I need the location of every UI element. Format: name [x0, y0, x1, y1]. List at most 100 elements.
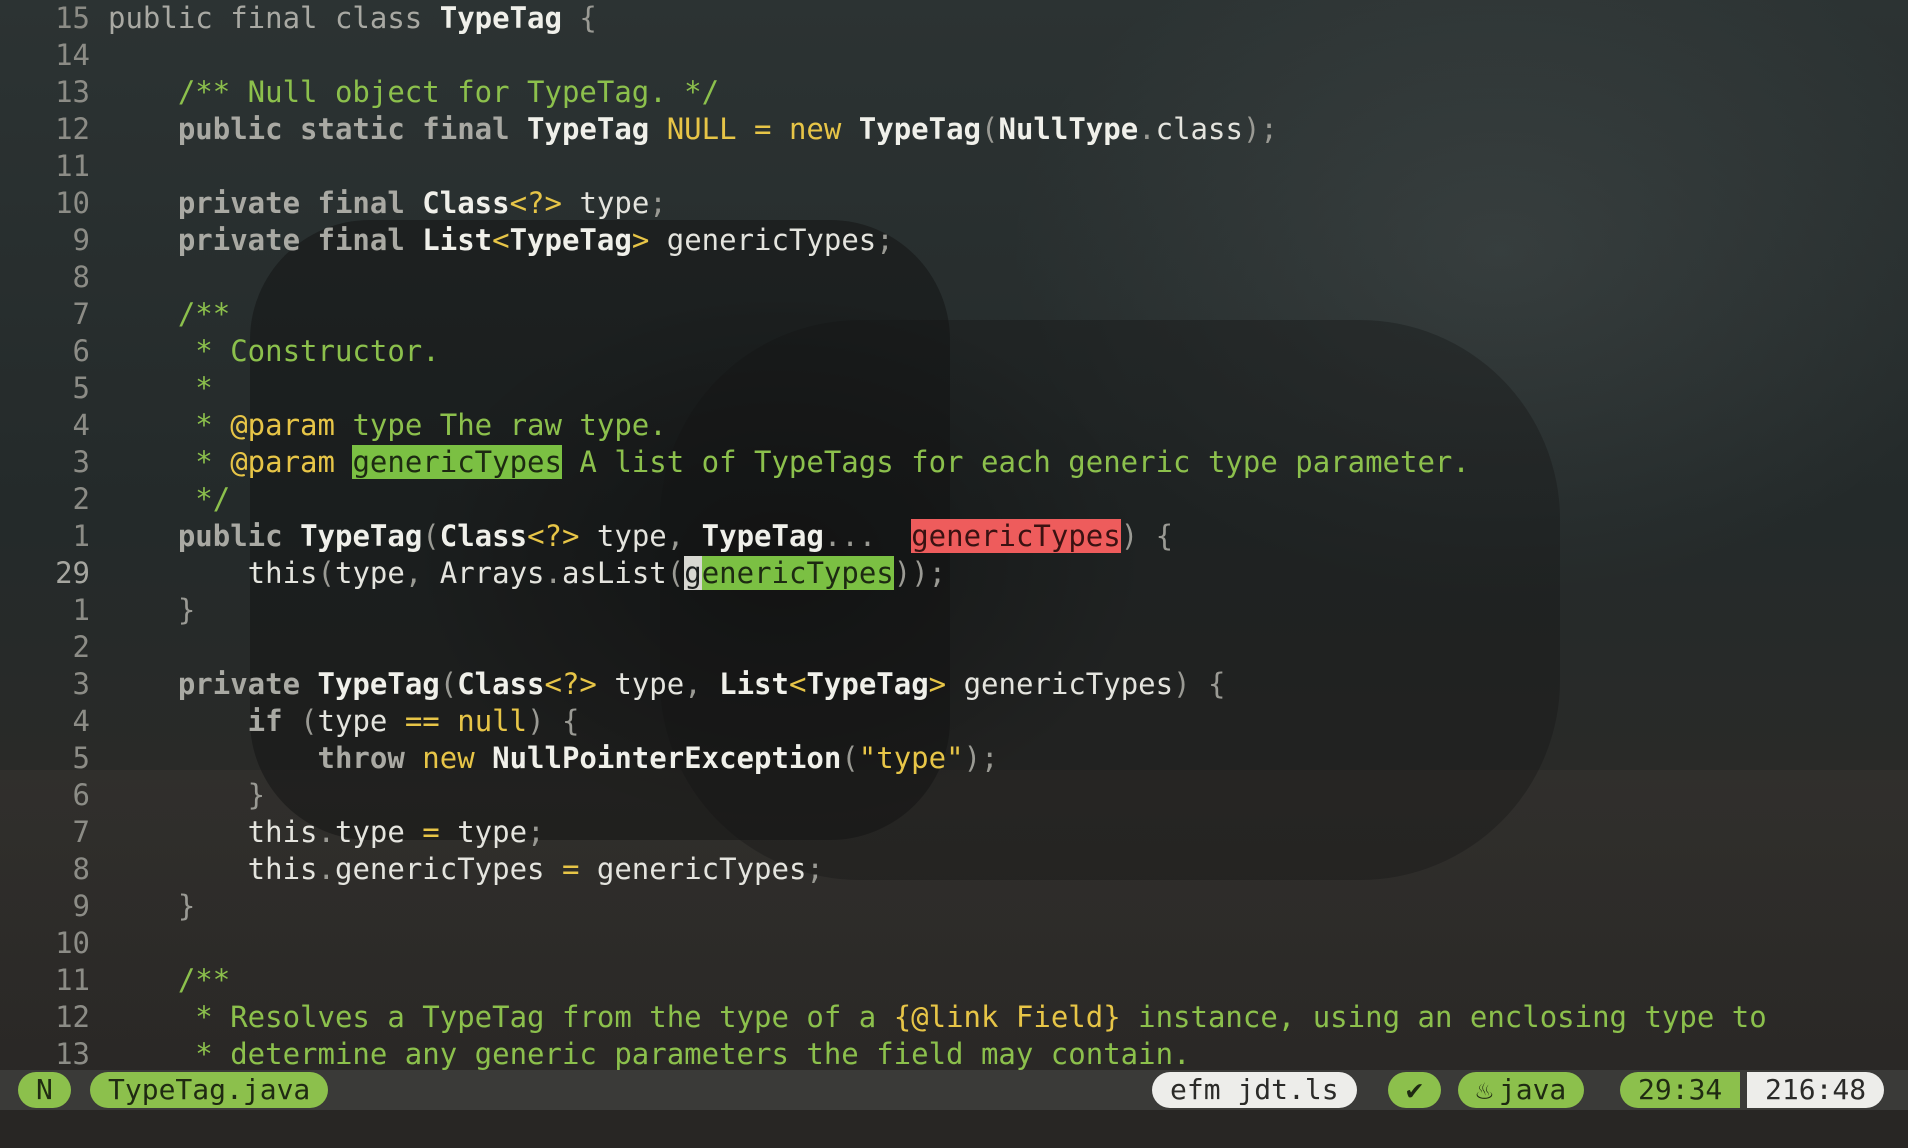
code-token: =	[561, 852, 597, 886]
code-token: "type"	[858, 741, 964, 775]
line-number: 11	[55, 963, 90, 997]
code-token: ...	[823, 519, 894, 553]
code-line[interactable]: 2 */	[0, 481, 231, 518]
terminal-window: 15 public final class TypeTag {14 13 /** N…	[0, 0, 1908, 1148]
code-line[interactable]: 15 public final class TypeTag {	[0, 0, 597, 37]
code-token: ;	[527, 815, 545, 849]
filetype-indicator: ♨ java	[1458, 1072, 1585, 1108]
code-line[interactable]: 2	[0, 629, 90, 666]
code-token: >	[928, 667, 964, 701]
code-editor[interactable]: 15 public final class TypeTag {14 13 /** N…	[0, 0, 1908, 1073]
code-token: (	[981, 112, 999, 146]
code-token: TypeTag	[439, 1, 562, 35]
line-number: 8	[72, 852, 90, 886]
line-number: 6	[72, 778, 90, 812]
code-token: TypeTag	[806, 667, 929, 701]
code-line[interactable]: 8	[0, 259, 90, 296]
code-line[interactable]: 1 public TypeTag(Class<?> type, TypeTag.…	[0, 518, 1173, 555]
line-number: 3	[72, 445, 90, 479]
code-token: TypeTag	[701, 519, 824, 553]
code-text: private final Class<?> type;	[108, 185, 667, 222]
code-token: (	[666, 556, 685, 590]
code-line[interactable]: 8 this.genericTypes = genericTypes;	[0, 851, 824, 888]
line-number: 8	[72, 260, 90, 294]
line-number: 9	[72, 223, 90, 257]
code-token: ) {	[1173, 667, 1226, 701]
code-line[interactable]: 5 *	[0, 370, 213, 407]
code-line[interactable]: 14	[0, 37, 90, 74]
code-token: *	[108, 445, 231, 479]
code-token: ) {	[1120, 519, 1174, 553]
code-token: type	[334, 815, 423, 849]
code-line[interactable]: 6 * Constructor.	[0, 333, 440, 370]
code-token: * Resolves a TypeTag from the type of a	[108, 1000, 894, 1034]
line-number: 9	[72, 889, 90, 923]
code-line[interactable]: 3 private TypeTag(Class<?> type, List<Ty…	[0, 666, 1226, 703]
code-token: <?>	[544, 667, 615, 701]
line-number: 12	[55, 1000, 90, 1034]
filename-label: TypeTag.java	[90, 1072, 329, 1108]
code-line[interactable]: 12 * Resolves a TypeTag from the type of…	[0, 999, 1767, 1036]
code-token: );	[963, 741, 999, 775]
command-line[interactable]	[0, 1110, 1908, 1148]
line-number: 11	[55, 149, 90, 183]
code-line[interactable]: 11 /**	[0, 962, 230, 999]
code-line[interactable]: 12 public static final TypeTag NULL = ne…	[0, 111, 1278, 148]
code-token: type	[457, 815, 528, 849]
code-line[interactable]: 9 private final List<TypeTag> genericTyp…	[0, 222, 894, 259]
code-token: public final class	[108, 1, 440, 35]
code-token: genericTypes	[334, 852, 562, 886]
code-line[interactable]: 5 throw new NullPointerException("type")…	[0, 740, 999, 777]
code-line[interactable]: 3 * @param genericTypes A list of TypeTa…	[0, 444, 1470, 481]
code-token: Class	[457, 667, 545, 701]
code-token: asList	[561, 556, 667, 590]
code-line[interactable]: 6 }	[0, 777, 266, 814]
code-token: genericTypes	[352, 445, 562, 479]
code-token: private	[108, 667, 318, 701]
status-line: N TypeTag.java efm jdt.ls ✔ ♨ java 29:34 …	[0, 1070, 1908, 1110]
code-line[interactable]: 11	[0, 148, 90, 185]
code-line[interactable]: 4 if (type == null) {	[0, 703, 580, 740]
code-text: /**	[108, 962, 230, 999]
code-token: public	[108, 519, 301, 553]
code-token: (	[317, 556, 335, 590]
code-line[interactable]: 7 /**	[0, 296, 231, 333]
code-token: ,	[684, 667, 720, 701]
code-token: @param	[230, 445, 353, 479]
code-text: */	[108, 481, 230, 518]
code-token: instance, using an enclosing type to	[1120, 1000, 1767, 1034]
code-line[interactable]: 10 private final Class<?> type;	[0, 185, 667, 222]
code-token: Arrays	[439, 556, 545, 590]
code-line[interactable]: 7 this.type = type;	[0, 814, 545, 851]
code-token: }	[108, 593, 196, 627]
code-text: * Resolves a TypeTag from the type of a …	[108, 999, 1767, 1036]
code-token: A list of TypeTags for each generic type…	[561, 445, 1470, 479]
code-line[interactable]: 10	[0, 925, 90, 962]
code-line[interactable]: 4 * @param type The raw type.	[0, 407, 667, 444]
code-token: <	[788, 667, 807, 701]
code-line[interactable]: 1 }	[0, 592, 196, 629]
line-number: 2	[72, 630, 90, 664]
code-line[interactable]: 9 }	[0, 888, 196, 925]
code-line[interactable]: 29 this(type, Arrays.asList(genericTypes…	[0, 555, 946, 592]
code-token: (	[439, 667, 458, 701]
code-token: <?>	[527, 519, 597, 553]
code-text: this(type, Arrays.asList(genericTypes));	[108, 555, 946, 592]
code-token: (	[422, 519, 440, 553]
code-token: null	[457, 704, 528, 738]
code-text: *	[108, 370, 213, 407]
code-token: *	[108, 371, 213, 405]
code-token: =	[422, 815, 458, 849]
code-token: ;	[649, 186, 667, 220]
mode-indicator: N	[18, 1072, 71, 1108]
code-text: throw new NullPointerException("type");	[108, 740, 999, 777]
code-line[interactable]: 13 * determine any generic parameters th…	[0, 1036, 1190, 1073]
code-line[interactable]: 13 /** Null object for TypeTag. */	[0, 74, 719, 111]
line-number: 5	[72, 371, 90, 405]
code-text: * @param type The raw type.	[108, 407, 666, 444]
code-token: type	[596, 519, 667, 553]
code-token: .	[544, 556, 562, 590]
code-token: {@link Field}	[893, 1000, 1121, 1034]
code-text: private final List<TypeTag> genericTypes…	[108, 222, 894, 259]
diagnostics-ok-icon: ✔	[1388, 1072, 1441, 1108]
